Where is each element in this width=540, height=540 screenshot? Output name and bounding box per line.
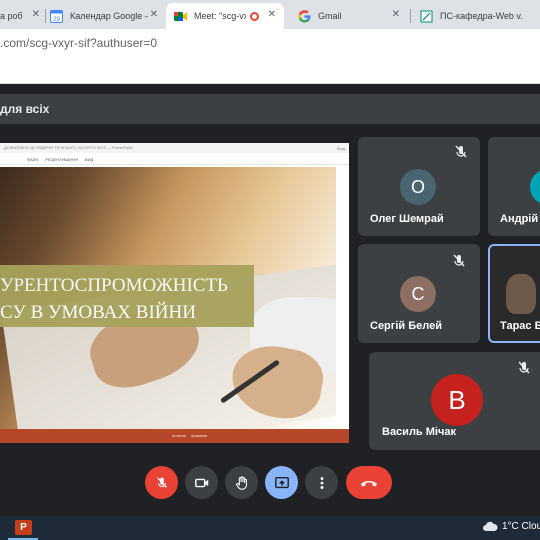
- leave-call-button[interactable]: [346, 466, 392, 499]
- present-button[interactable]: [265, 466, 298, 499]
- camera-icon: [194, 478, 208, 487]
- raise-hand-icon: [235, 475, 247, 490]
- powerpoint-ribbon: ФАЙЛ РЕЦЕНЗУВАННЯ ВИД: [0, 153, 349, 165]
- ribbon-tab-review: РЕЦЕНЗУВАННЯ: [45, 157, 78, 162]
- bookmarks-bar: [0, 57, 540, 84]
- tab-label: Meet: "scg-vxyr: [194, 11, 246, 21]
- tab-label: а роб: [0, 11, 23, 21]
- windows-taskbar: P 1°C Cloud: [0, 516, 540, 540]
- address-bar[interactable]: .com/scg-vxyr-sif?authuser=0: [0, 29, 540, 57]
- mic-off-icon: [453, 254, 465, 267]
- close-icon[interactable]: ✕: [150, 9, 158, 20]
- participant-name: Олег Шемрай: [370, 213, 444, 225]
- tab-separator: [410, 9, 411, 23]
- raise-hand-button[interactable]: [225, 466, 258, 499]
- sheet-icon: [420, 10, 433, 22]
- participant-name: Сергій Белей: [370, 320, 442, 332]
- tab-gmail[interactable]: Gmail ✕: [290, 3, 408, 29]
- ribbon-tab-file: ФАЙЛ: [27, 157, 39, 162]
- participant-tile[interactable]: В Василь Мічак: [369, 352, 540, 450]
- avatar: В: [431, 374, 483, 426]
- cloud-icon: [483, 521, 498, 531]
- banner-text: для всіх: [0, 102, 50, 116]
- google-icon: [298, 9, 311, 22]
- avatar: О: [400, 169, 436, 205]
- tab-label: Календар Google – п: [70, 11, 148, 21]
- participant-tile-video[interactable]: Тарас Б: [488, 244, 540, 343]
- close-icon[interactable]: ✕: [392, 9, 400, 20]
- browser-tab-bar: а роб ✕ 29 Календар Google – п ✕ Meet: "…: [0, 0, 540, 29]
- presentation-banner: для всіх: [0, 94, 540, 124]
- ribbon-tab-view: ВИД: [85, 157, 94, 162]
- participant-tile[interactable]: О Олег Шемрай: [358, 137, 480, 236]
- shared-presentation[interactable]: ДОЗВОЛЕНО ДО ВІДКРИТТЯ ВСЬОГО НА КУРСІ 2…: [0, 143, 349, 443]
- powerpoint-title: ДОЗВОЛЕНО ДО ВІДКРИТТЯ ВСЬОГО НА КУРСІ 2…: [4, 145, 133, 150]
- tab-meet[interactable]: Meet: "scg-vxyr ✕: [166, 3, 284, 29]
- weather-text: 1°C Cloud: [502, 521, 540, 532]
- close-icon[interactable]: ✕: [32, 9, 40, 20]
- participant-name: Андрій: [500, 213, 539, 225]
- powerpoint-status-bar: нотатки примітки: [0, 429, 349, 443]
- meet-window: для всіх ДОЗВОЛЕНО ДО ВІДКРИТТЯ ВСЬОГО Н…: [0, 84, 540, 516]
- present-icon: [274, 476, 289, 488]
- url-text[interactable]: .com/scg-vxyr-sif?authuser=0: [0, 36, 157, 50]
- tab-label: ПС-кафедра-Web v.: [440, 11, 523, 21]
- mic-off-icon: [518, 361, 530, 374]
- meet-icon: [174, 11, 187, 21]
- avatar-initial: С: [411, 283, 425, 304]
- participant-tile[interactable]: С Сергій Белей: [358, 244, 480, 343]
- mic-off-icon: [156, 476, 167, 488]
- status-bar-text: нотатки примітки: [172, 433, 208, 438]
- slide-title-line-2: СУ В УМОВАХ ВІЙНИ: [0, 302, 196, 323]
- more-options-button[interactable]: [305, 466, 338, 499]
- avatar-initial: В: [448, 384, 466, 415]
- more-icon: [320, 476, 323, 489]
- powerpoint-title-bar: ДОЗВОЛЕНО ДО ВІДКРИТТЯ ВСЬОГО НА КУРСІ 2…: [0, 143, 349, 153]
- avatar: [530, 169, 540, 205]
- avatar-initial: О: [410, 176, 425, 197]
- mic-off-icon: [455, 145, 467, 158]
- svg-text:29: 29: [53, 17, 60, 23]
- close-icon[interactable]: ✕: [268, 9, 276, 20]
- tab-label: Gmail: [318, 11, 342, 21]
- powerpoint-taskbar-icon[interactable]: P: [15, 520, 32, 535]
- participant-name: Тарас Б: [500, 320, 540, 332]
- participant-tile[interactable]: Андрій: [488, 137, 540, 236]
- slide-title-box: УРЕНТОСПРОМОЖНІСТЬ СУ В УМОВАХ ВІЙНИ: [0, 265, 254, 327]
- camera-toggle-button[interactable]: [185, 466, 218, 499]
- avatar: С: [400, 276, 436, 312]
- slide: УРЕНТОСПРОМОЖНІСТЬ СУ В УМОВАХ ВІЙНИ: [0, 167, 336, 429]
- weather-widget[interactable]: 1°C Cloud: [482, 521, 540, 532]
- tab-sheets[interactable]: ПС-кафедра-Web v.: [414, 3, 540, 29]
- sign-in-link: Вхід: [337, 146, 345, 151]
- powerpoint-icon: P: [20, 522, 27, 533]
- hangup-icon: [361, 480, 377, 486]
- recording-icon: [250, 11, 259, 21]
- mic-toggle-button[interactable]: [145, 466, 178, 499]
- google-calendar-icon: 29: [50, 9, 63, 23]
- tab-google-calendar[interactable]: 29 Календар Google – п ✕: [50, 3, 166, 29]
- slide-title-line-1: УРЕНТОСПРОМОЖНІСТЬ: [0, 275, 228, 296]
- tab-work[interactable]: а роб ✕: [0, 3, 44, 29]
- tab-separator: [45, 9, 46, 23]
- participant-name: Василь Мічак: [382, 426, 456, 438]
- participant-video: [506, 274, 536, 314]
